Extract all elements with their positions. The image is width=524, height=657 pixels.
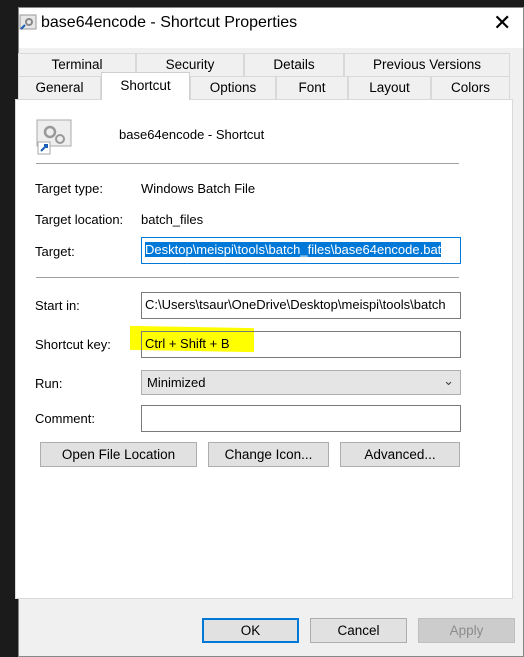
target-location-label: Target location: [35,212,124,227]
divider [36,277,459,278]
shortcut-panel: base64encode - Shortcut Target type: Win… [15,99,513,599]
target-type-value: Windows Batch File [141,181,256,196]
shortcut-key-label: Shortcut key: [35,337,111,352]
start-in-input[interactable]: C:\Users\tsaur\OneDrive\Desktop\meispi\t… [141,292,461,319]
tab-shortcut[interactable]: Shortcut [101,72,190,100]
tab-previous-versions[interactable]: Previous Versions [344,53,510,76]
tab-details[interactable]: Details [244,53,344,76]
shortcut-key-input[interactable]: Ctrl + Shift + B [141,331,461,358]
ok-button[interactable]: OK [202,618,299,643]
target-location-value: batch_files [141,212,204,227]
tab-font[interactable]: Font [276,76,348,99]
cancel-button[interactable]: Cancel [310,618,407,643]
divider [36,163,459,164]
run-select[interactable]: Minimized ⌄ [141,370,461,395]
apply-button[interactable]: Apply [418,618,515,643]
target-selected-text: Desktop\meispi\tools\batch_files\base64e… [145,242,442,257]
open-file-location-button[interactable]: Open File Location [40,442,197,467]
shortcut-name: base64encode - Shortcut [119,127,265,142]
run-value: Minimized [147,375,206,390]
change-icon-button[interactable]: Change Icon... [208,442,329,467]
window-title: base64encode - Shortcut Properties [41,14,298,31]
start-in-label: Start in: [35,298,80,313]
tab-general[interactable]: General [18,76,101,99]
close-icon[interactable]: ✕ [493,10,511,36]
shortcut-gear-icon [19,14,37,30]
advanced-button[interactable]: Advanced... [340,442,460,467]
properties-dialog: base64encode - Shortcut Properties ✕ Ter… [15,7,524,657]
tab-layout[interactable]: Layout [348,76,431,99]
target-type-label: Target type: [35,181,103,196]
tab-colors[interactable]: Colors [431,76,510,99]
target-label: Target: [35,244,75,259]
target-input[interactable]: Desktop\meispi\tools\batch_files\base64e… [141,237,461,264]
title-bar[interactable]: base64encode - Shortcut Properties ✕ [19,8,523,48]
tab-options[interactable]: Options [190,76,276,99]
chevron-down-icon: ⌄ [443,373,454,388]
run-label: Run: [35,376,63,391]
comment-label: Comment: [35,411,95,426]
batch-file-icon [36,119,72,155]
comment-input[interactable] [141,405,461,432]
